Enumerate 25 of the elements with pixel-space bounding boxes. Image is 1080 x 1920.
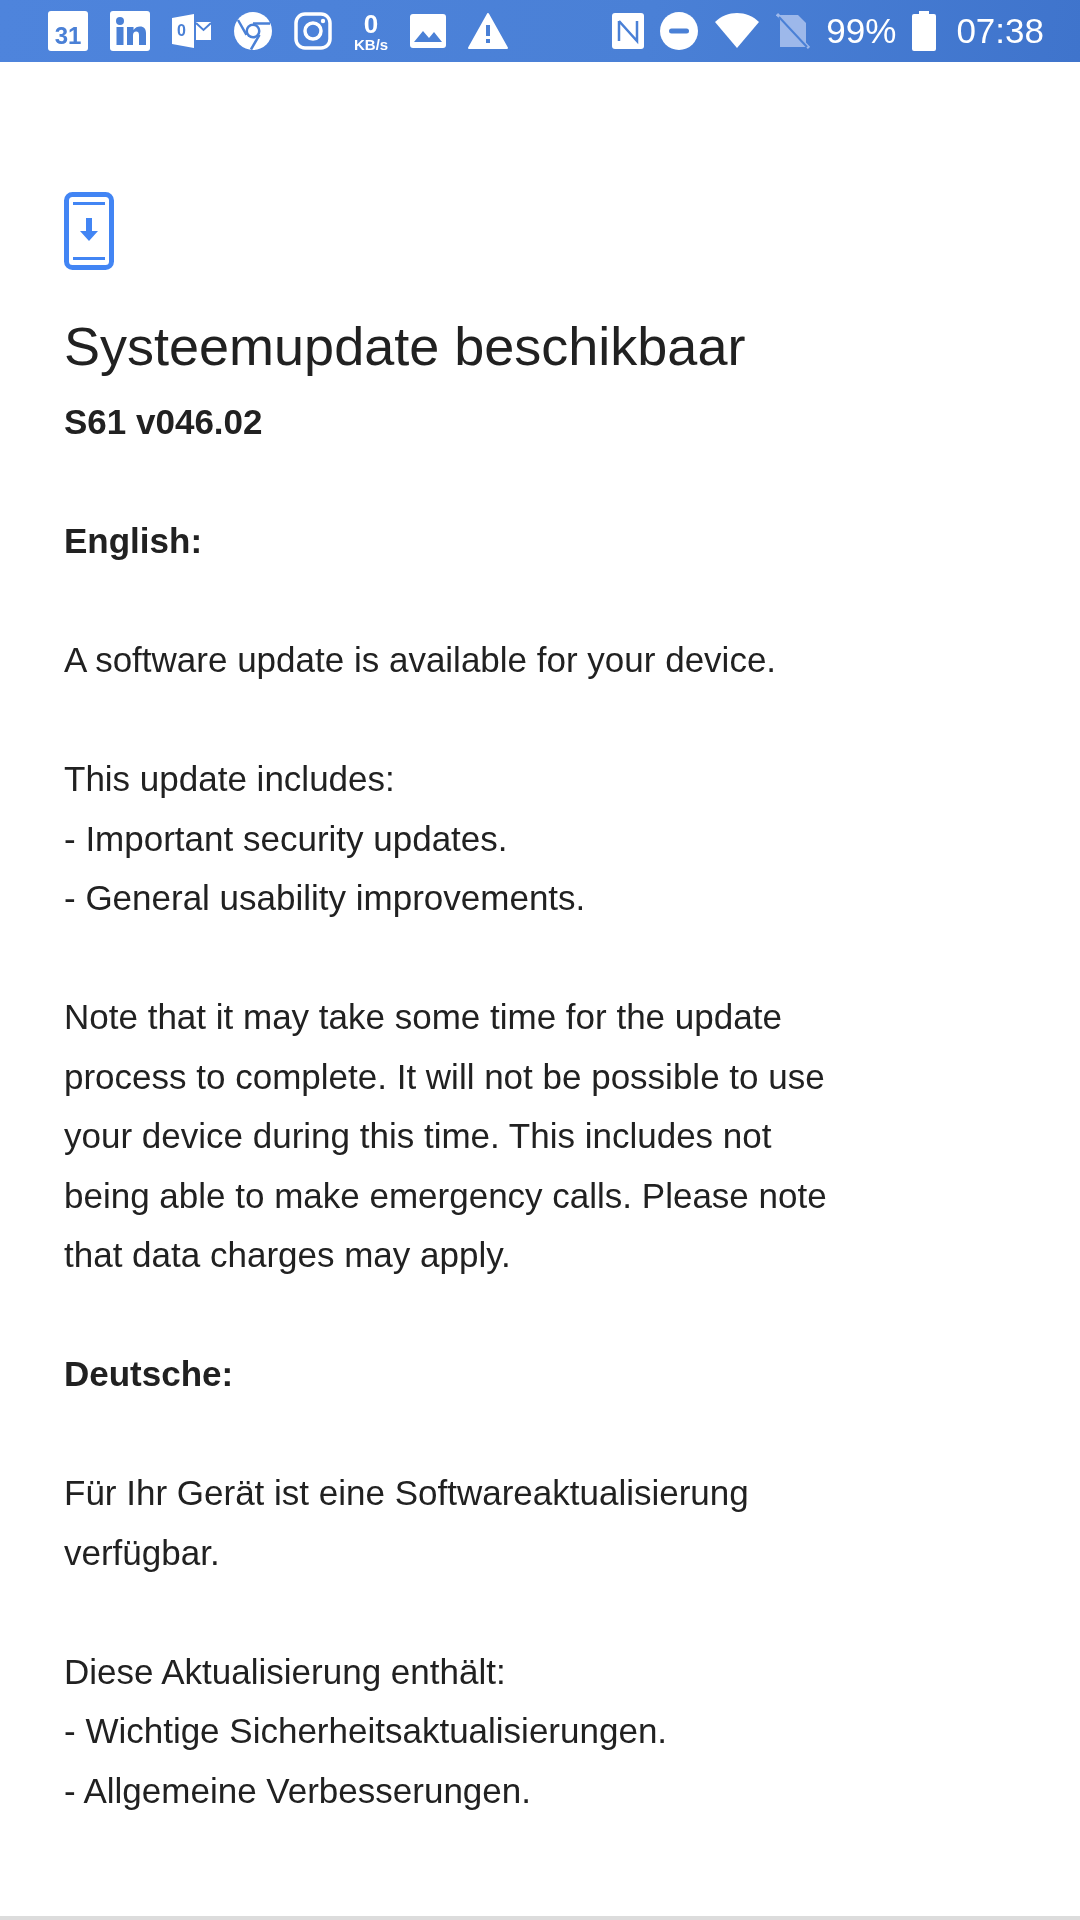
battery-icon (912, 11, 937, 51)
paragraph: Für Ihr Gerät ist eine Softwareaktualisierung verfügbar. (64, 1472, 749, 1574)
network-speed-value: 0 (363, 10, 379, 37)
paragraph: This update includes: - Important security updates. - General usability improvements. (64, 758, 586, 919)
paragraph: Note that it may take some time for the update process to complete. It will not be possible to use your device during this time. This includes not being able to make emergency calls. Please note that data charges may apply. (64, 996, 827, 1276)
section-heading: English: (64, 520, 203, 562)
wifi-icon (714, 13, 761, 49)
phone-download-icon (64, 192, 114, 270)
paragraph: Diese Aktualisierung enthält: - Wichtige Sicherheitsaktualisierungen. - Allgemeine Verbesserungen. (64, 1650, 668, 1812)
dialog-title: Systeemupdate beschikbaar (64, 315, 746, 378)
version-label: S61 v046.02 (64, 401, 263, 443)
battery-percentage: 99% (826, 11, 897, 51)
paragraph: A software update is available for your device. (64, 639, 777, 681)
linkedin-icon (110, 11, 150, 51)
chrome-icon (234, 12, 272, 50)
clock: 07:38 (956, 11, 1044, 51)
instagram-icon (294, 12, 332, 50)
image-icon (410, 14, 447, 48)
no-sim-icon (776, 12, 811, 50)
nfc-icon (612, 13, 645, 49)
warning-icon (468, 13, 509, 49)
section-heading: Deutsche: (64, 1353, 234, 1395)
calendar-icon: 31 (48, 11, 88, 51)
network-speed-unit: KB/s (354, 36, 389, 52)
do-not-disturb-icon (660, 12, 699, 50)
